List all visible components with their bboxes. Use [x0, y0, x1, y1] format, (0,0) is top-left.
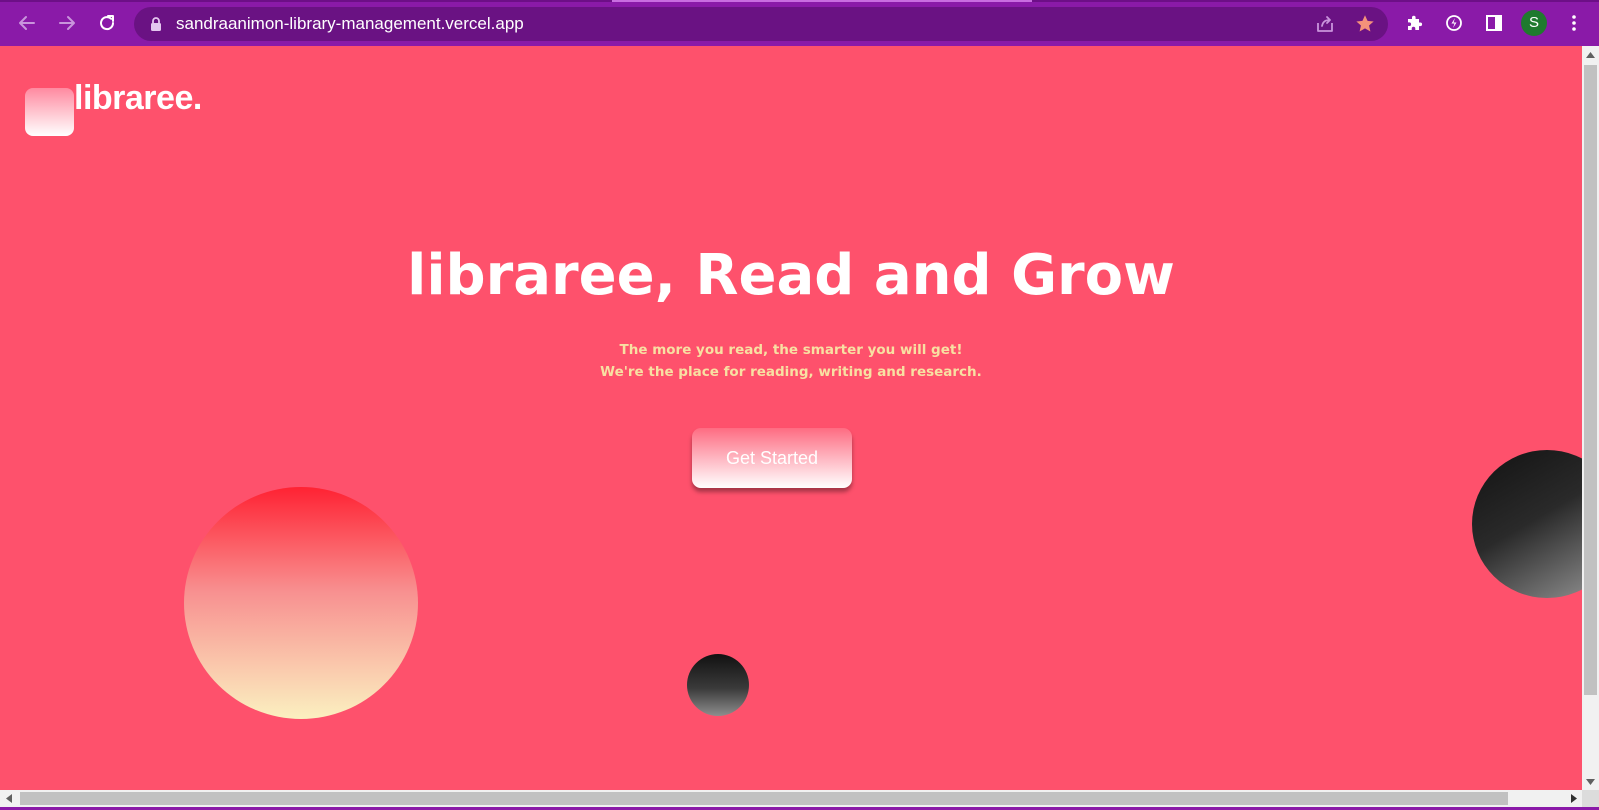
page-viewport: libraree. libraree, Read and Grow The mo… [0, 46, 1582, 790]
url-text[interactable]: sandraanimon-library-management.vercel.a… [176, 7, 524, 41]
reload-icon [100, 15, 115, 31]
back-button[interactable] [12, 8, 42, 38]
profile-avatar[interactable]: S [1521, 10, 1547, 36]
decorative-dark-circle-right [1472, 450, 1582, 598]
kebab-menu-icon [1572, 15, 1576, 31]
horizontal-scroll-thumb[interactable] [20, 792, 1508, 805]
browser-menu-button[interactable] [1561, 10, 1587, 36]
scroll-right-button[interactable] [1565, 790, 1582, 807]
scroll-down-button[interactable] [1582, 773, 1599, 790]
arrow-left-icon [19, 16, 35, 30]
triangle-up-icon [1586, 51, 1595, 58]
share-icon[interactable] [1315, 14, 1335, 34]
vertical-scrollbar[interactable] [1582, 46, 1599, 790]
triangle-left-icon [5, 794, 12, 803]
hero-subtitle-line-1: The more you read, the smarter you will … [619, 342, 963, 358]
scroll-left-button[interactable] [0, 790, 17, 807]
scroll-up-button[interactable] [1582, 46, 1599, 63]
arrow-right-icon [59, 16, 75, 30]
hero-title: libraree, Read and Grow [407, 243, 1175, 308]
side-panel-icon [1486, 15, 1502, 31]
horizontal-scrollbar[interactable] [0, 790, 1582, 807]
hero-subtitle-line-2: We're the place for reading, writing and… [600, 363, 982, 380]
browser-toolbar: sandraanimon-library-management.vercel.a… [0, 0, 1599, 46]
hero-subtitle: The more you read, the smarter you will … [591, 340, 991, 383]
logo-mark[interactable] [25, 88, 74, 136]
vertical-scroll-thumb[interactable] [1584, 65, 1597, 695]
tab-strip-edge [0, 0, 1599, 2]
performance-button[interactable] [1441, 10, 1467, 36]
extensions-button[interactable] [1401, 10, 1427, 36]
reload-button[interactable] [92, 8, 122, 38]
decorative-gradient-circle [184, 487, 418, 719]
triangle-right-icon [1570, 794, 1577, 803]
get-started-button[interactable]: Get Started [692, 428, 852, 488]
forward-button[interactable] [52, 8, 82, 38]
star-icon[interactable] [1354, 13, 1376, 35]
active-tab-indicator [612, 0, 1032, 2]
side-panel-button[interactable] [1481, 10, 1507, 36]
address-bar[interactable]: sandraanimon-library-management.vercel.a… [134, 7, 1388, 41]
logo-text[interactable]: libraree. [74, 76, 202, 120]
puzzle-icon [1408, 15, 1423, 30]
leaf-icon [1446, 15, 1462, 31]
triangle-down-icon [1586, 778, 1595, 785]
decorative-dark-circle-small [687, 654, 749, 716]
lock-icon[interactable] [148, 16, 164, 32]
scrollbar-corner [1582, 790, 1599, 807]
